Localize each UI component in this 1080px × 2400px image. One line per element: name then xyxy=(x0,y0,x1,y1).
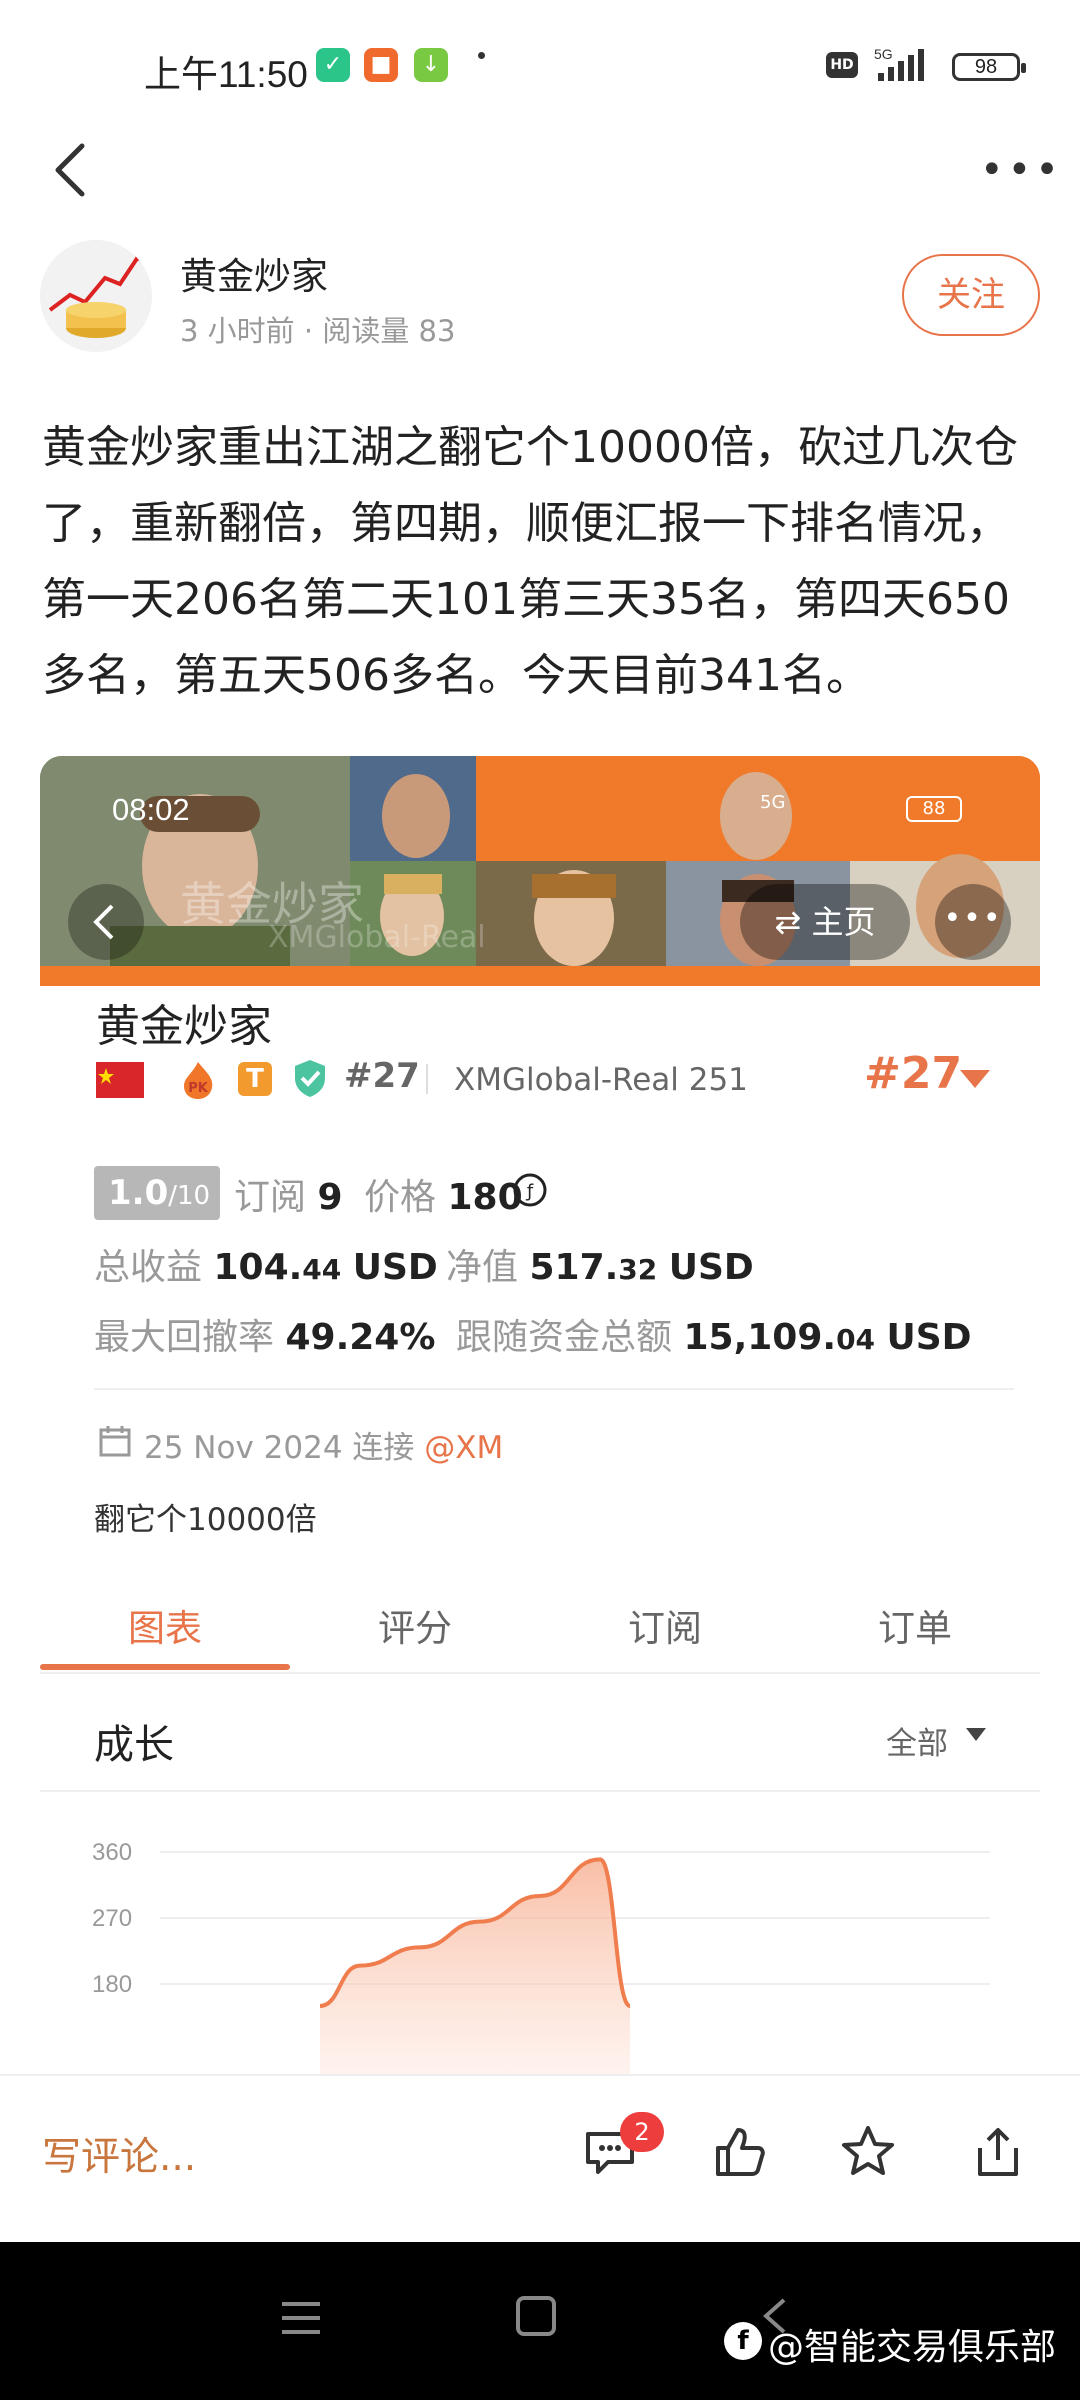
download-app-icon: ↓ xyxy=(414,48,448,82)
range-filter[interactable]: 全部 xyxy=(886,1718,948,1763)
follow-funds-stat: 跟随资金总额 15,109.04 USD xyxy=(456,1308,972,1360)
score-value: 1.0 xyxy=(108,1173,169,1213)
embedded-back-icon xyxy=(68,884,144,960)
tab-subscribe[interactable]: 订阅 xyxy=(540,1598,790,1652)
favorite-star-icon[interactable] xyxy=(838,2122,898,2182)
embedded-time: 08:02 xyxy=(112,792,190,827)
growth-title: 成长 xyxy=(94,1722,174,1768)
active-tab-indicator xyxy=(40,1664,290,1670)
battery-icon: 98 xyxy=(952,53,1026,81)
pk-flame-icon: PK xyxy=(184,1062,213,1099)
calendar-icon xyxy=(99,1426,131,1457)
price-stat: 价格 180 xyxy=(364,1168,523,1220)
comment-input[interactable]: 写评论... xyxy=(42,2126,196,2182)
embedded-watermark-sub: XMGlobal-Real xyxy=(268,920,486,955)
profit-dec: 44 xyxy=(302,1253,342,1286)
embedded-home-label: 主页 xyxy=(811,903,876,941)
profit-label: 总收益 xyxy=(94,1247,203,1288)
divider xyxy=(94,1388,1014,1390)
separator xyxy=(426,1064,428,1094)
follow-funds-dec: 04 xyxy=(836,1323,876,1356)
home-icon[interactable] xyxy=(516,2296,556,2336)
status-time: 上午11:50 xyxy=(144,54,308,95)
drawdown-value: 49.24% xyxy=(285,1317,436,1358)
follow-funds-int: 15,109. xyxy=(683,1317,837,1358)
swap-icon: ⇄ xyxy=(774,903,812,941)
drawdown-label: 最大回撤率 xyxy=(94,1317,275,1358)
platform-logo-icon: f xyxy=(724,2322,762,2360)
equity-label: 净值 xyxy=(446,1247,519,1288)
max-drawdown-stat: 最大回撤率 49.24% xyxy=(94,1308,435,1360)
y-tick-label: 360 xyxy=(92,1839,132,1866)
embedded-home-button: ⇄ 主页 xyxy=(740,884,910,960)
embedded-battery-icon: 88 xyxy=(906,796,962,822)
broker-link[interactable]: @XM xyxy=(424,1430,503,1466)
banner-strip xyxy=(40,966,1040,986)
trader-name: 黄金炒家 xyxy=(96,1001,272,1052)
embedded-network: 5G xyxy=(760,792,786,813)
tabs-border xyxy=(40,1672,1040,1674)
tab-rating[interactable]: 评分 xyxy=(290,1598,540,1652)
embedded-more-icon: ••• xyxy=(935,884,1011,960)
shield-app-icon: ✓ xyxy=(316,48,350,82)
svg-text:ƒ: ƒ xyxy=(525,1181,534,1202)
follow-button[interactable]: 关注 xyxy=(902,254,1040,336)
equity-unit: USD xyxy=(668,1247,754,1288)
caret-down-icon[interactable] xyxy=(966,1728,986,1741)
connection-date: 25 Nov 2024 连接 xyxy=(144,1430,415,1466)
china-flag-icon xyxy=(96,1062,144,1098)
total-profit-stat: 总收益 104.44 USD xyxy=(94,1238,438,1290)
tab-chart[interactable]: 图表 xyxy=(40,1598,290,1652)
notification-dot-icon xyxy=(478,52,485,59)
author-avatar[interactable] xyxy=(40,240,152,352)
like-icon[interactable] xyxy=(710,2122,770,2182)
embedded-screenshot-banner[interactable]: 08:02 黄金炒家 XMGlobal-Real 5G 88 ⇄ 主页 ••• xyxy=(40,756,1040,986)
subscribe-stat: 订阅 9 xyxy=(234,1168,343,1220)
equity-dec: 32 xyxy=(618,1253,658,1286)
tab-orders[interactable]: 订单 xyxy=(790,1598,1040,1652)
connection-info: 25 Nov 2024 连接 @XM xyxy=(144,1422,503,1467)
profit-int: 104. xyxy=(213,1247,303,1288)
back-arrow-icon[interactable] xyxy=(44,140,104,200)
caret-down-icon[interactable] xyxy=(960,1070,990,1088)
follow-funds-label: 跟随资金总额 xyxy=(456,1317,673,1358)
y-tick-label: 180 xyxy=(92,1971,132,1998)
signal-icon: 5G xyxy=(874,46,924,81)
post-content: 黄金炒家重出江湖之翻它个10000倍，砍过几次仓了，重新翻倍，第四期，顺便汇报一… xyxy=(42,422,1018,701)
pk-label: PK xyxy=(188,1081,209,1096)
recent-apps-icon[interactable] xyxy=(280,2298,322,2338)
rank-small: #27 xyxy=(344,1056,420,1096)
equity-stat: 净值 517.32 USD xyxy=(446,1238,754,1290)
account-id: XMGlobal-Real 251 xyxy=(454,1062,748,1098)
share-icon[interactable] xyxy=(968,2122,1028,2182)
author-name[interactable]: 黄金炒家 xyxy=(180,246,328,300)
comment-count-badge: 2 xyxy=(620,2112,664,2152)
source-watermark: @智能交易俱乐部 xyxy=(768,2327,1057,2368)
hd-icon: HD xyxy=(826,52,858,78)
equity-int: 517. xyxy=(529,1247,619,1288)
verified-shield-icon xyxy=(295,1060,325,1097)
score-max: /10 xyxy=(168,1181,211,1211)
growth-chart: 360 270 180 xyxy=(92,1839,990,2074)
video-app-icon: ■ xyxy=(364,48,398,82)
t-badge-icon: T xyxy=(238,1062,272,1096)
status-bar: 上午11:50 ✓ ■ ↓ HD 5G 98 xyxy=(0,0,1080,130)
y-tick-label: 270 xyxy=(92,1905,132,1932)
subscribe-label: 订阅 xyxy=(234,1177,307,1218)
price-label: 价格 xyxy=(364,1177,437,1218)
photo-tile xyxy=(476,756,666,966)
post-meta: 3 小时前 · 阅读量 83 xyxy=(180,314,456,348)
network-label: 5G xyxy=(874,46,893,62)
rating-score: 1.0/10 xyxy=(94,1166,220,1220)
coin-icon: ƒ xyxy=(513,1173,547,1207)
strategy-description: 翻它个10000倍 xyxy=(94,1502,317,1538)
more-options-icon[interactable]: ••• xyxy=(980,150,1063,190)
follow-funds-unit: USD xyxy=(886,1317,972,1358)
rank-badge[interactable]: #27 xyxy=(864,1048,962,1099)
subscribe-value: 9 xyxy=(317,1177,343,1218)
profit-unit: USD xyxy=(352,1247,438,1288)
